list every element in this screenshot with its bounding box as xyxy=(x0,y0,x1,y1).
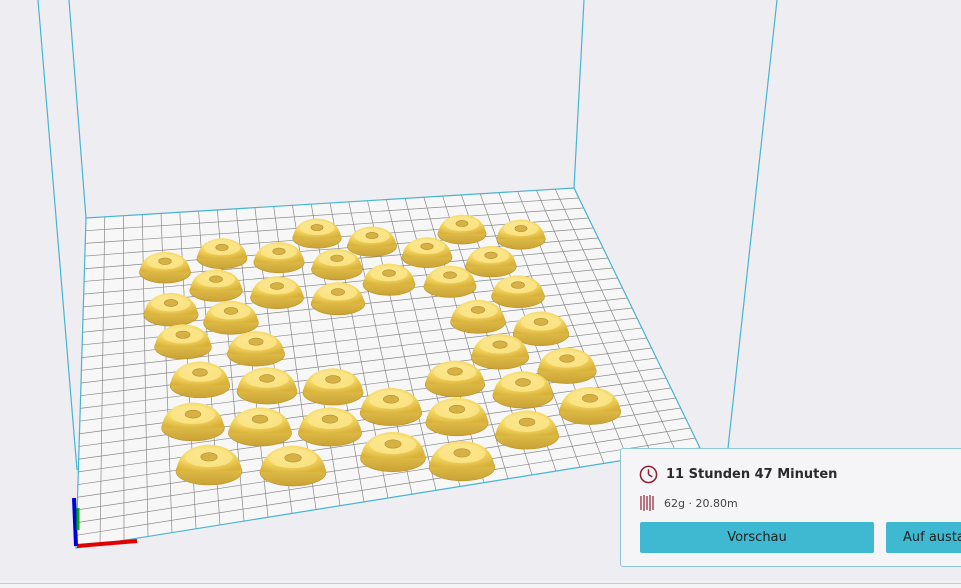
print-time-text: 11 Stunden 47 Minuten xyxy=(666,467,837,482)
preview-button[interactable]: Vorschau xyxy=(640,522,874,553)
print-time-row: 11 Stunden 47 Minuten xyxy=(639,465,837,484)
print-summary-panel: 11 Stunden 47 Minuten 62g · 20.80m Vorsc… xyxy=(620,448,961,567)
status-bar xyxy=(0,583,961,588)
save-to-removable-button[interactable]: Auf austau xyxy=(886,522,961,553)
material-row: 62g · 20.80m xyxy=(639,494,738,512)
material-usage-text: 62g · 20.80m xyxy=(664,497,738,510)
filament-spool-icon xyxy=(639,494,656,512)
clock-icon xyxy=(639,465,658,484)
